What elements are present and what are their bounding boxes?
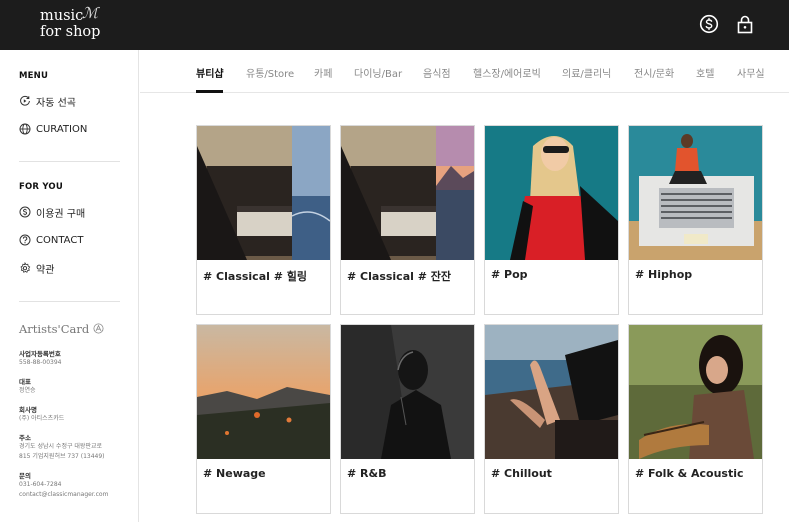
card-image (341, 126, 474, 260)
sidebar-item-purchase[interactable]: 이용권 구매 (19, 204, 85, 220)
tab-hotel[interactable]: 호텔 (696, 65, 714, 80)
logo-script-mark: ℳ (82, 4, 99, 22)
business-reg-label: 사업자등록번호 (19, 350, 61, 358)
card-tag: # Folk & Acoustic (635, 467, 744, 480)
tab-clinic[interactable]: 의료/클리닉 (562, 65, 611, 80)
card-image (485, 325, 618, 459)
address-line-2: 815 기업지원허브 737 (13449) (19, 453, 105, 460)
music-for-shop-logo[interactable]: music for shop ℳ (40, 4, 101, 40)
card-tag: # Hiphop (635, 268, 693, 281)
artists-card-logo-text: Artists'Card (19, 322, 90, 336)
card-image (485, 126, 618, 260)
card-tag: # Chillout (491, 467, 552, 480)
sidebar-item-label: 자동 선곡 (36, 97, 76, 109)
company-name-label: 회사명 (19, 406, 37, 414)
card-image (197, 325, 330, 459)
artists-card-mark-icon (93, 323, 104, 334)
foryou-section-title: FOR YOU (19, 182, 63, 192)
category-nav: 뷰티샵 유통/Store 카페 다이닝/Bar 음식점 헬스장/에어로빅 의료/… (140, 50, 789, 93)
sidebar-item-label: 약관 (36, 264, 55, 276)
ceo-label: 대표 (19, 378, 31, 386)
sidebar-divider (19, 301, 120, 302)
logo-line-2: for shop (40, 24, 101, 40)
business-reg-value: 558-88-00394 (19, 359, 62, 366)
sidebar-item-curation[interactable]: CURATION (19, 121, 87, 137)
sidebar-item-terms[interactable]: 약관 (19, 260, 54, 276)
phone-value: 031-604-7284 (19, 481, 62, 488)
lock-icon[interactable] (735, 14, 755, 34)
contact-label: 문의 (19, 472, 31, 480)
sidebar-item-label: CURATION (36, 123, 88, 135)
ceo-value: 정연승 (19, 387, 36, 394)
playlist-card-classical-calm[interactable]: # Classical # 잔잔 (340, 125, 475, 315)
card-image (197, 126, 330, 260)
tab-beauty-shop[interactable]: 뷰티샵 (196, 65, 224, 80)
globe-icon (19, 123, 31, 135)
top-bar: music for shop ℳ (0, 0, 789, 50)
artists-card-logo: Artists'Card (19, 322, 104, 336)
tab-cafe[interactable]: 카페 (314, 65, 332, 80)
card-tag: # Newage (203, 467, 266, 480)
email-link[interactable]: contact@classicmanager.com (19, 490, 108, 500)
card-image (629, 325, 762, 459)
tab-restaurant[interactable]: 음식점 (423, 65, 451, 80)
playlist-card-newage[interactable]: # Newage (196, 324, 331, 514)
playlist-card-folk-acoustic[interactable]: # Folk & Acoustic (628, 324, 763, 514)
dollar-coin-icon (19, 206, 31, 218)
tab-dining-bar[interactable]: 다이닝/Bar (354, 65, 402, 80)
sidebar-divider (19, 161, 120, 162)
company-name-value: (주) 아티스츠카드 (19, 415, 65, 422)
address-label: 주소 (19, 434, 31, 442)
dollar-coin-icon[interactable] (699, 14, 719, 34)
playlist-card-pop[interactable]: # Pop (484, 125, 619, 315)
sidebar-item-label: CONTACT (36, 234, 84, 246)
tab-store[interactable]: 유통/Store (246, 65, 294, 80)
tab-exhibition[interactable]: 전시/문화 (634, 65, 674, 80)
active-tab-underline (196, 90, 223, 93)
settings-icon (20, 262, 31, 273)
card-tag: # Pop (491, 268, 528, 281)
card-image (629, 126, 762, 260)
card-tag: # R&B (347, 467, 387, 480)
tab-fitness[interactable]: 헬스장/에어로빅 (473, 65, 541, 80)
auto-play-icon (20, 95, 30, 106)
menu-section-title: MENU (19, 71, 49, 81)
address-line-1: 경기도 성남시 수정구 대왕판교로 (19, 443, 103, 450)
sidebar-item-label: 이용권 구매 (36, 208, 86, 220)
card-tag: # Classical # 잔잔 (347, 270, 452, 283)
playlist-card-classical-healing[interactable]: # Classical # 힐링 (196, 125, 331, 315)
playlist-card-rnb[interactable]: # R&B (340, 324, 475, 514)
card-tag: # Classical # 힐링 (203, 270, 308, 283)
sidebar-item-auto-play[interactable]: 자동 선곡 (19, 93, 76, 109)
question-icon (19, 234, 31, 246)
tab-office[interactable]: 사무실 (737, 65, 765, 80)
sidebar-item-contact[interactable]: CONTACT (19, 232, 83, 248)
card-image (341, 325, 474, 459)
playlist-card-chillout[interactable]: # Chillout (484, 324, 619, 514)
playlist-card-hiphop[interactable]: # Hiphop (628, 125, 763, 315)
sidebar: MENU 자동 선곡 CURATION FOR YOU 이용권 구매 CONTA… (0, 50, 139, 522)
